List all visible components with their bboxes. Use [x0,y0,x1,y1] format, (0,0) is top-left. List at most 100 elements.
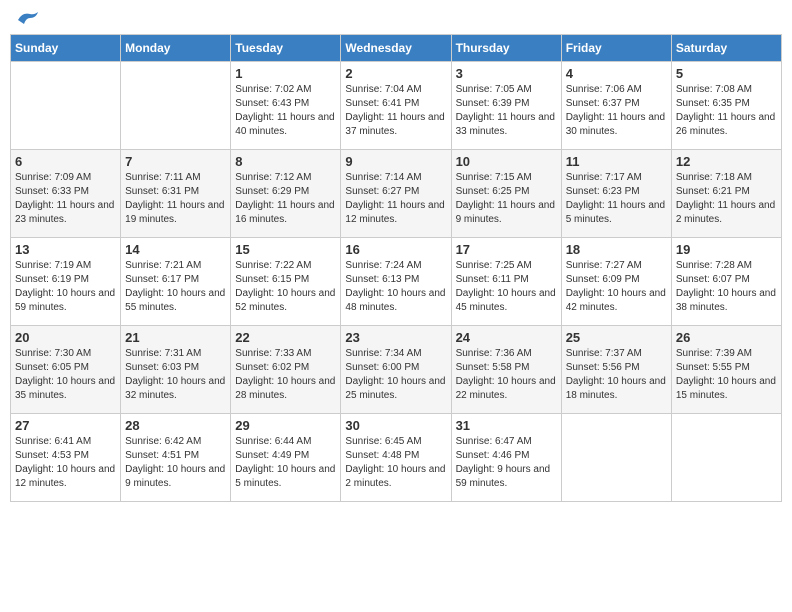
calendar-table: SundayMondayTuesdayWednesdayThursdayFrid… [10,34,782,502]
day-cell: 10 Sunrise: 7:15 AM Sunset: 6:25 PM Dayli… [451,150,561,238]
day-info: Sunrise: 7:14 AM Sunset: 6:27 PM Dayligh… [345,171,446,227]
day-info: Sunrise: 7:02 AM Sunset: 6:43 PM Dayligh… [235,83,336,139]
day-cell: 14 Sunrise: 7:21 AM Sunset: 6:17 PM Dayli… [121,238,231,326]
day-number: 20 [15,330,116,345]
day-number: 15 [235,242,336,257]
day-cell [561,414,671,502]
day-cell: 25 Sunrise: 7:37 AM Sunset: 5:56 PM Dayli… [561,326,671,414]
day-cell: 27Sunrise: 6:41 AM Sunset: 4:53 PM Dayli… [11,414,121,502]
logo-bird-icon [16,10,40,30]
day-cell: 24 Sunrise: 7:36 AM Sunset: 5:58 PM Dayli… [451,326,561,414]
day-cell: 30 Sunrise: 6:45 AM Sunset: 4:48 PM Dayli… [341,414,451,502]
day-info: Sunrise: 7:33 AM Sunset: 6:02 PM Dayligh… [235,347,336,403]
day-number: 23 [345,330,446,345]
day-number: 10 [456,154,557,169]
day-info: Sunrise: 6:47 AM Sunset: 4:46 PM Dayligh… [456,435,557,491]
day-cell [671,414,781,502]
day-info: Sunrise: 7:30 AM Sunset: 6:05 PM Dayligh… [15,347,116,403]
day-info: Sunrise: 7:05 AM Sunset: 6:39 PM Dayligh… [456,83,557,139]
day-number: 6 [15,154,116,169]
day-number: 28 [125,418,226,433]
day-cell: 3Sunrise: 7:05 AM Sunset: 6:39 PM Daylig… [451,62,561,150]
day-number: 18 [566,242,667,257]
day-number: 22 [235,330,336,345]
day-info: Sunrise: 7:28 AM Sunset: 6:07 PM Dayligh… [676,259,777,315]
day-cell: 20 Sunrise: 7:30 AM Sunset: 6:05 PM Dayli… [11,326,121,414]
day-info: Sunrise: 7:09 AM Sunset: 6:33 PM Dayligh… [15,171,116,227]
day-cell: 11 Sunrise: 7:17 AM Sunset: 6:23 PM Dayli… [561,150,671,238]
week-row-2: 13 Sunrise: 7:19 AM Sunset: 6:19 PM Dayli… [11,238,782,326]
col-header-monday: Monday [121,35,231,62]
day-info: Sunrise: 7:34 AM Sunset: 6:00 PM Dayligh… [345,347,446,403]
day-info: Sunrise: 7:04 AM Sunset: 6:41 PM Dayligh… [345,83,446,139]
day-cell: 16 Sunrise: 7:24 AM Sunset: 6:13 PM Dayli… [341,238,451,326]
day-number: 1 [235,66,336,81]
day-number: 31 [456,418,557,433]
day-info: Sunrise: 7:15 AM Sunset: 6:25 PM Dayligh… [456,171,557,227]
day-info: Sunrise: 7:06 AM Sunset: 6:37 PM Dayligh… [566,83,667,139]
day-cell: 23 Sunrise: 7:34 AM Sunset: 6:00 PM Dayli… [341,326,451,414]
day-info: Sunrise: 6:42 AM Sunset: 4:51 PM Dayligh… [125,435,226,491]
day-info: Sunrise: 7:31 AM Sunset: 6:03 PM Dayligh… [125,347,226,403]
day-cell: 13 Sunrise: 7:19 AM Sunset: 6:19 PM Dayli… [11,238,121,326]
day-info: Sunrise: 7:19 AM Sunset: 6:19 PM Dayligh… [15,259,116,315]
day-cell: 31 Sunrise: 6:47 AM Sunset: 4:46 PM Dayli… [451,414,561,502]
day-number: 12 [676,154,777,169]
day-info: Sunrise: 7:08 AM Sunset: 6:35 PM Dayligh… [676,83,777,139]
day-info: Sunrise: 7:24 AM Sunset: 6:13 PM Dayligh… [345,259,446,315]
day-info: Sunrise: 6:45 AM Sunset: 4:48 PM Dayligh… [345,435,446,491]
week-row-3: 20 Sunrise: 7:30 AM Sunset: 6:05 PM Dayli… [11,326,782,414]
day-cell [121,62,231,150]
day-cell: 29Sunrise: 6:44 AM Sunset: 4:49 PM Dayli… [231,414,341,502]
week-row-0: 1 Sunrise: 7:02 AM Sunset: 6:43 PM Daylig… [11,62,782,150]
day-number: 16 [345,242,446,257]
col-header-saturday: Saturday [671,35,781,62]
day-number: 9 [345,154,446,169]
day-number: 19 [676,242,777,257]
day-info: Sunrise: 7:22 AM Sunset: 6:15 PM Dayligh… [235,259,336,315]
day-info: Sunrise: 7:17 AM Sunset: 6:23 PM Dayligh… [566,171,667,227]
day-number: 24 [456,330,557,345]
day-info: Sunrise: 7:36 AM Sunset: 5:58 PM Dayligh… [456,347,557,403]
day-cell: 22 Sunrise: 7:33 AM Sunset: 6:02 PM Dayli… [231,326,341,414]
day-number: 5 [676,66,777,81]
day-info: Sunrise: 7:12 AM Sunset: 6:29 PM Dayligh… [235,171,336,227]
day-number: 11 [566,154,667,169]
col-header-sunday: Sunday [11,35,121,62]
page-header [10,10,782,26]
day-number: 29 [235,418,336,433]
day-info: Sunrise: 7:21 AM Sunset: 6:17 PM Dayligh… [125,259,226,315]
day-number: 17 [456,242,557,257]
logo [14,10,40,26]
day-number: 8 [235,154,336,169]
day-cell: 4Sunrise: 7:06 AM Sunset: 6:37 PM Daylig… [561,62,671,150]
day-cell: 5 Sunrise: 7:08 AM Sunset: 6:35 PM Daylig… [671,62,781,150]
day-info: Sunrise: 7:25 AM Sunset: 6:11 PM Dayligh… [456,259,557,315]
day-number: 25 [566,330,667,345]
col-header-friday: Friday [561,35,671,62]
day-cell: 8 Sunrise: 7:12 AM Sunset: 6:29 PM Daylig… [231,150,341,238]
day-number: 13 [15,242,116,257]
day-number: 2 [345,66,446,81]
calendar-header-row: SundayMondayTuesdayWednesdayThursdayFrid… [11,35,782,62]
day-cell: 18Sunrise: 7:27 AM Sunset: 6:09 PM Dayli… [561,238,671,326]
day-cell: 12 Sunrise: 7:18 AM Sunset: 6:21 PM Dayli… [671,150,781,238]
col-header-thursday: Thursday [451,35,561,62]
day-cell: 2 Sunrise: 7:04 AM Sunset: 6:41 PM Daylig… [341,62,451,150]
day-cell [11,62,121,150]
day-cell: 9 Sunrise: 7:14 AM Sunset: 6:27 PM Daylig… [341,150,451,238]
col-header-wednesday: Wednesday [341,35,451,62]
day-info: Sunrise: 7:37 AM Sunset: 5:56 PM Dayligh… [566,347,667,403]
day-cell: 6 Sunrise: 7:09 AM Sunset: 6:33 PM Daylig… [11,150,121,238]
week-row-1: 6 Sunrise: 7:09 AM Sunset: 6:33 PM Daylig… [11,150,782,238]
day-number: 21 [125,330,226,345]
day-number: 14 [125,242,226,257]
calendar-body: 1 Sunrise: 7:02 AM Sunset: 6:43 PM Daylig… [11,62,782,502]
day-cell: 19 Sunrise: 7:28 AM Sunset: 6:07 PM Dayli… [671,238,781,326]
day-cell: 28 Sunrise: 6:42 AM Sunset: 4:51 PM Dayli… [121,414,231,502]
day-number: 30 [345,418,446,433]
day-info: Sunrise: 7:18 AM Sunset: 6:21 PM Dayligh… [676,171,777,227]
day-cell: 7Sunrise: 7:11 AM Sunset: 6:31 PM Daylig… [121,150,231,238]
day-cell: 21 Sunrise: 7:31 AM Sunset: 6:03 PM Dayli… [121,326,231,414]
week-row-4: 27Sunrise: 6:41 AM Sunset: 4:53 PM Dayli… [11,414,782,502]
